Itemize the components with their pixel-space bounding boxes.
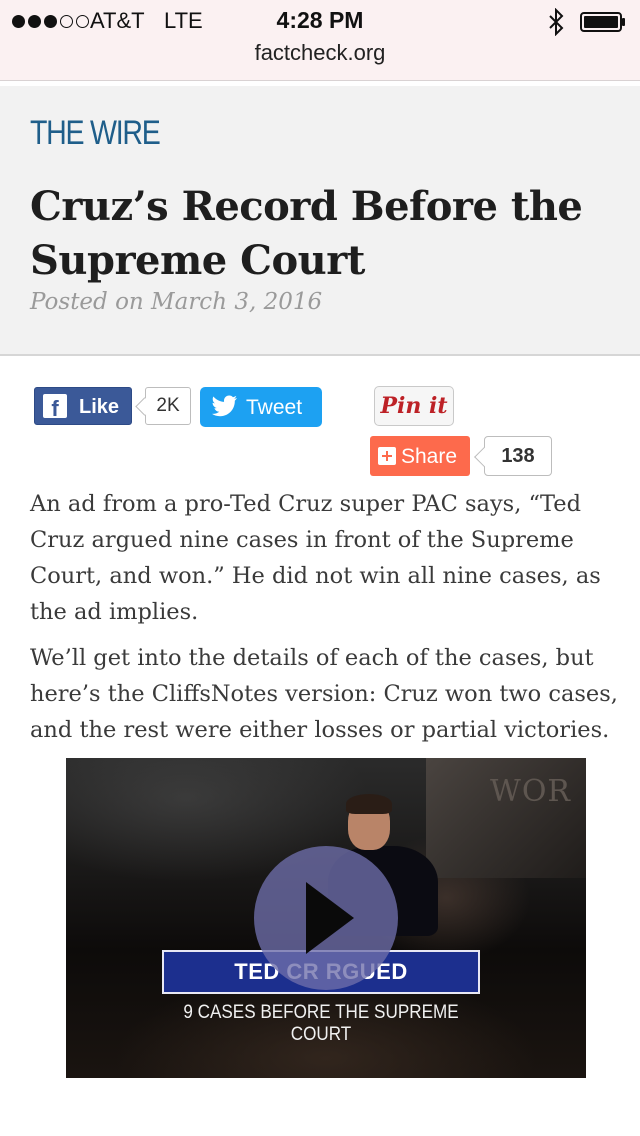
twitter-bird-icon: [212, 395, 237, 417]
article-paragraph: We’ll get into the details of each of th…: [30, 645, 618, 743]
tweet-button[interactable]: Tweet: [200, 387, 322, 427]
facebook-like-button[interactable]: f Like: [34, 387, 132, 425]
address-bar[interactable]: factcheck.org: [0, 40, 640, 66]
video-wall-text: WOR: [490, 774, 572, 809]
like-count: 2K: [145, 387, 191, 425]
share-label: Share: [401, 445, 458, 468]
post-date: Posted on March 3, 2016: [30, 289, 323, 315]
article-header: THE WIRE Cruz’s Record Before the Suprem…: [0, 86, 640, 356]
share-count: 138: [484, 436, 552, 476]
bluetooth-icon: [549, 8, 564, 36]
share-button[interactable]: Share: [370, 436, 470, 476]
video-speaker-hair: [346, 794, 392, 814]
section-label[interactable]: THE WIRE: [30, 114, 161, 153]
battery-icon: [580, 12, 625, 32]
status-time: 4:28 PM: [276, 7, 364, 33]
status-bar: AT&T LTE 4:28 PM factcheck.org: [0, 0, 640, 81]
article-title: Cruz’s Record Before the Supreme Court: [30, 183, 583, 284]
video-player[interactable]: WOR TED CR RGUED 9 CASES BEFORE THE SUPR…: [66, 758, 586, 1078]
facebook-icon: f: [43, 394, 67, 418]
play-icon[interactable]: [254, 846, 398, 990]
article-paragraph: An ad from a pro-Ted Cruz super PAC says…: [30, 491, 601, 625]
tweet-label: Tweet: [246, 396, 303, 419]
video-subtitle: 9 CASES BEFORE THE SUPREME COURT: [183, 1002, 459, 1045]
pinterest-button[interactable]: Pin it: [374, 386, 454, 426]
plus-icon: [378, 447, 396, 465]
like-label: Like: [79, 396, 120, 418]
